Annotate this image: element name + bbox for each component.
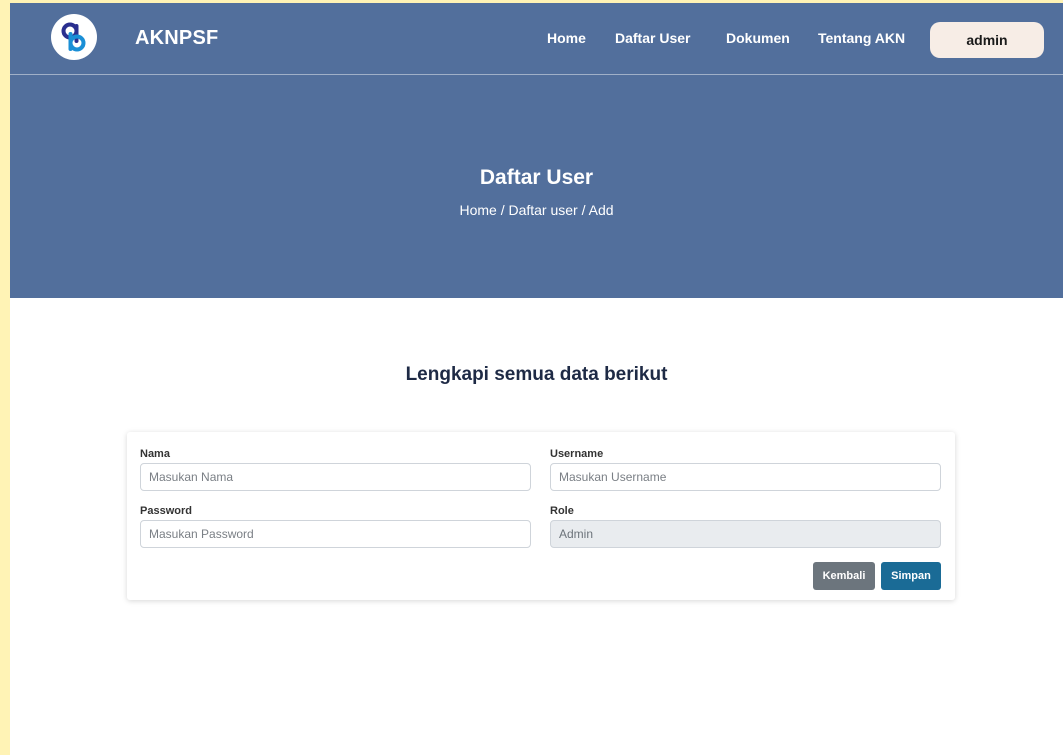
add-user-form: Nama Username Password Role Kembali Simp… <box>127 432 955 600</box>
breadcrumb: Home / Daftar user / Add <box>459 202 614 218</box>
hero-banner: AKNPSF Home Daftar User Dokumen Tentang … <box>10 3 1063 298</box>
save-button[interactable]: Simpan <box>881 562 941 590</box>
nav-home[interactable]: Home <box>547 30 586 46</box>
role-field <box>550 520 941 548</box>
nav-tentang-akn[interactable]: Tentang AKN <box>818 30 905 46</box>
password-label: Password <box>140 505 192 517</box>
brand-name[interactable]: AKNPSF <box>135 27 218 50</box>
page: AKNPSF Home Daftar User Dokumen Tentang … <box>10 3 1063 755</box>
username-label: Username <box>550 448 604 460</box>
logo-icon[interactable] <box>51 14 97 60</box>
nav-dokumen[interactable]: Dokumen <box>726 30 790 46</box>
page-title: Daftar User <box>479 166 594 189</box>
nama-label: Nama <box>140 448 170 460</box>
username-input[interactable] <box>550 463 941 491</box>
navbar: AKNPSF Home Daftar User Dokumen Tentang … <box>10 3 1063 75</box>
back-button[interactable]: Kembali <box>813 562 875 590</box>
nav-daftar-user[interactable]: Daftar User <box>615 30 690 46</box>
password-input[interactable] <box>140 520 531 548</box>
nama-input[interactable] <box>140 463 531 491</box>
role-label: Role <box>550 505 574 517</box>
user-menu-button[interactable]: admin <box>930 22 1044 58</box>
form-heading: Lengkapi semua data berikut <box>405 364 668 385</box>
